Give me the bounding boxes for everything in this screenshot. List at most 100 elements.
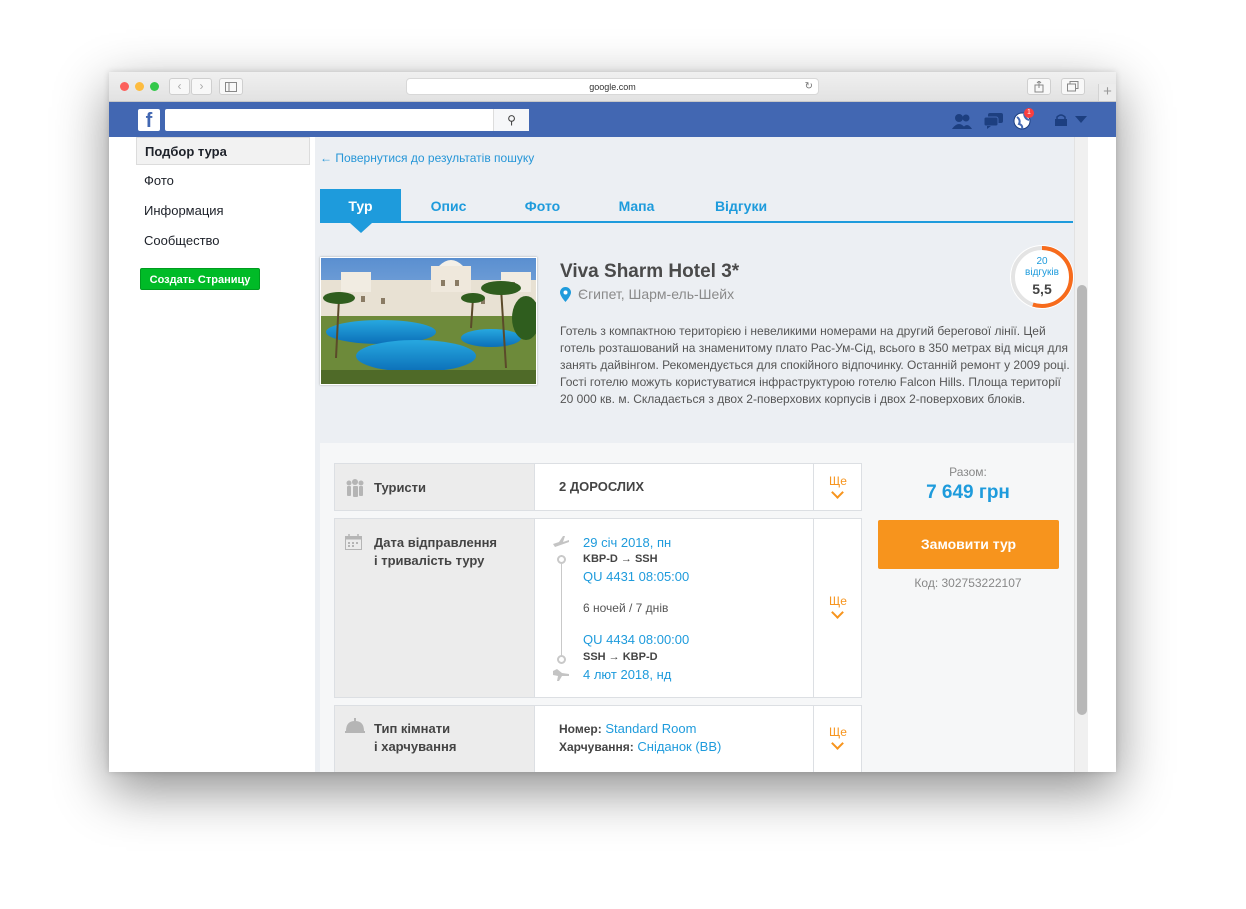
sidebar-item-community[interactable]: Сообщество [136, 227, 310, 255]
tab-reviews[interactable]: Відгуки [698, 189, 784, 223]
tourists-label: Туристи [374, 480, 427, 495]
tourists-label-cell: Туристи [335, 464, 535, 510]
room-service-bell-icon [345, 718, 365, 733]
dates-label-line1: Дата відправлення [374, 535, 498, 550]
facebook-search-input[interactable] [165, 109, 529, 131]
active-tab-pointer [350, 223, 372, 233]
maximize-window-button[interactable] [150, 82, 159, 91]
reviews-count-label: відгуків [1025, 267, 1059, 278]
page-sidebar: Подбор тура Фото Информация Сообщество С… [109, 137, 315, 772]
address-bar[interactable]: google.com ↻ [406, 78, 819, 95]
room-type-line: Номер: Standard Room [559, 721, 696, 736]
flight-timeline [561, 555, 562, 663]
back-to-results-link[interactable]: ← Повернутися до результатів пошуку [320, 151, 534, 165]
price-label: Разом: [949, 465, 987, 479]
rating-value: 5,5 [1032, 281, 1052, 297]
reviews-count: 20 відгуків [1010, 256, 1074, 278]
forward-button[interactable]: › [191, 78, 212, 95]
chevron-down-icon [831, 486, 844, 499]
sidebar-item-info[interactable]: Информация [136, 197, 310, 225]
departure-flight[interactable]: QU 4431 08:05:00 [583, 569, 689, 584]
room-label-cell: Тип кімнати і харчування [335, 706, 535, 772]
timeline-end-point [557, 655, 566, 664]
sidebar-icon [225, 82, 237, 92]
new-tab-button[interactable]: + [1098, 84, 1116, 101]
reload-icon[interactable]: ↻ [805, 79, 813, 95]
dates-more-button[interactable]: Ще [813, 519, 861, 697]
room-label-line1: Тип кімнати [374, 721, 451, 736]
tab-description[interactable]: Опис [412, 189, 485, 223]
order-tour-button[interactable]: Замовити тур [878, 520, 1059, 569]
calendar-icon [345, 534, 362, 550]
tab-map[interactable]: Мапа [600, 189, 673, 223]
lock-icon[interactable] [1054, 114, 1068, 126]
total-price: 7 649 грн [926, 482, 1010, 503]
tab-tour[interactable]: Тур [320, 189, 401, 223]
messages-icon[interactable] [984, 113, 1004, 129]
browser-window: ‹ › google.com ↻ f ⚲ 1 Подбор тура Фото … [109, 72, 1116, 772]
browser-titlebar: ‹ › google.com ↻ [109, 72, 1116, 102]
sidebar-toggle-button[interactable] [219, 78, 243, 95]
tourists-row: Туристи 2 ДОРОСЛИХ Ще [334, 463, 862, 511]
tabs-overview-button[interactable] [1061, 78, 1085, 95]
chevron-down-icon [831, 737, 844, 750]
tour-duration: 6 ночей / 7 днів [583, 601, 669, 615]
search-icon: ⚲ [507, 113, 516, 127]
tabs-icon [1067, 81, 1079, 92]
tour-tabs: Тур Опис Фото Мапа Відгуки [320, 189, 1073, 233]
room-row: Тип кімнати і харчування Номер: Standard … [334, 705, 862, 772]
return-flight[interactable]: QU 4434 08:00:00 [583, 632, 689, 647]
url-text: google.com [589, 82, 636, 92]
reviews-count-number: 20 [1036, 256, 1048, 267]
facebook-topbar: f ⚲ 1 [109, 102, 1116, 137]
tour-content: ← Повернутися до результатів пошуку Тур … [315, 137, 1074, 772]
scrollbar-thumb[interactable] [1077, 285, 1087, 715]
back-button[interactable]: ‹ [169, 78, 190, 95]
search-button[interactable]: ⚲ [493, 109, 529, 131]
share-icon [1034, 80, 1044, 93]
timeline-start-point [557, 555, 566, 564]
booking-panel: Туристи 2 ДОРОСЛИХ Ще Дата відправлення і… [320, 443, 1074, 772]
vertical-scrollbar[interactable] [1074, 137, 1088, 772]
location-pin-icon [560, 287, 571, 302]
hotel-location: Єгипет, Шарм-ель-Шейх [578, 286, 735, 302]
right-margin [1088, 137, 1116, 772]
room-type-value[interactable]: Standard Room [605, 721, 696, 736]
chevron-down-icon[interactable] [1075, 116, 1087, 124]
hotel-name: Viva Sharm Hotel 3* [560, 261, 740, 282]
sidebar-item-tour-selection[interactable]: Подбор тура [136, 137, 310, 165]
chevron-down-icon [831, 606, 844, 619]
group-people-icon [346, 479, 364, 497]
close-window-button[interactable] [120, 82, 129, 91]
create-page-button[interactable]: Создать Страницу [140, 268, 260, 290]
dates-label-line2: і тривалість туру [374, 553, 485, 568]
rating-badge[interactable]: 20 відгуків 5,5 [1010, 245, 1074, 309]
tab-photo[interactable]: Фото [506, 189, 579, 223]
departure-date[interactable]: 29 січ 2018, пн [583, 535, 671, 550]
plane-departure-icon [553, 536, 569, 547]
hotel-description: Готель з компактною територією і невелик… [560, 324, 1070, 406]
sidebar-item-photo[interactable]: Фото [136, 167, 310, 195]
plane-arrival-icon [553, 669, 569, 681]
dates-label-cell: Дата відправлення і тривалість туру [335, 519, 535, 697]
chevron-left-icon: ‹ [177, 79, 182, 93]
meal-value[interactable]: Сніданок (BB) [637, 739, 721, 754]
room-more-button[interactable]: Ще [813, 706, 861, 772]
hotel-photo[interactable] [320, 257, 537, 385]
tourists-more-button[interactable]: Ще [813, 464, 861, 510]
room-label: Тип кімнати і харчування [374, 720, 456, 756]
notification-badge: 1 [1024, 108, 1034, 118]
chevron-right-icon: › [199, 79, 204, 93]
meal-line: Харчування: Сніданок (BB) [559, 739, 721, 754]
tour-code: Код: 302753222107 [914, 576, 1022, 590]
dates-label: Дата відправлення і тривалість туру [374, 534, 497, 570]
return-date[interactable]: 4 лют 2018, нд [583, 667, 671, 682]
tourists-value: 2 ДОРОСЛИХ [559, 479, 645, 494]
facebook-logo-icon[interactable]: f [138, 109, 160, 132]
minimize-window-button[interactable] [135, 82, 144, 91]
share-button[interactable] [1027, 78, 1051, 95]
meal-label: Харчування: [559, 740, 634, 754]
return-route: SSH → KBP-D [583, 651, 658, 663]
friend-requests-icon[interactable] [951, 113, 973, 129]
dates-row: Дата відправлення і тривалість туру 29 сі… [334, 518, 862, 698]
